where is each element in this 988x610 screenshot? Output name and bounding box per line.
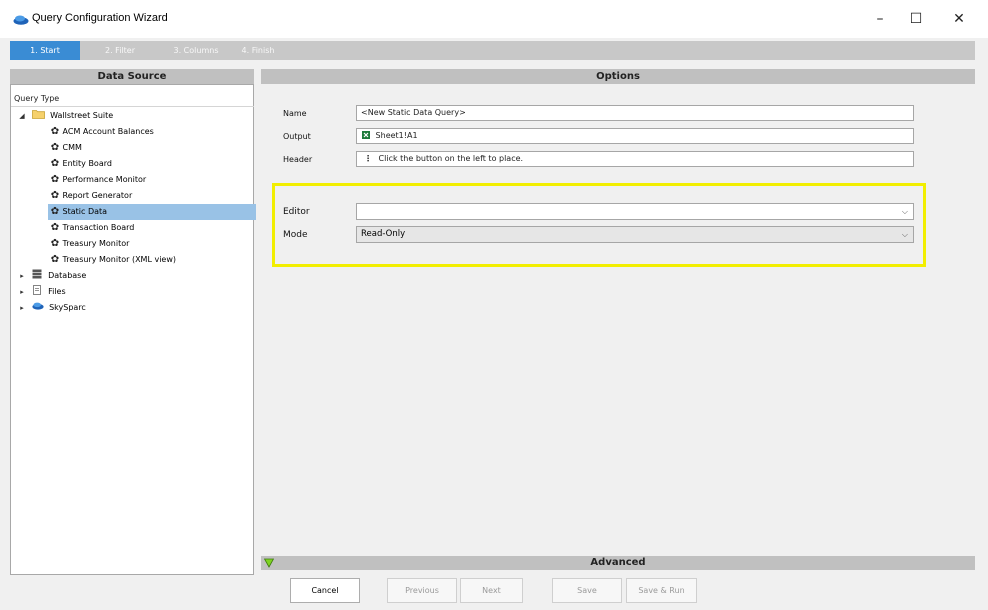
gear-icon: ✿	[50, 206, 60, 217]
gear-icon: ✿	[50, 238, 60, 249]
mode-value: Read-Only	[361, 229, 406, 239]
output-field[interactable]: Sheet1!A1	[356, 128, 914, 144]
gear-icon: ✿	[50, 222, 60, 233]
divider	[11, 106, 254, 107]
header-field[interactable]: ⋮ Click the button on the left to place.	[356, 151, 914, 167]
tree-item-transaction-board[interactable]: ✿ Transaction Board	[50, 220, 254, 236]
tree-item-label: Report Generator	[62, 191, 133, 200]
step-start[interactable]: 1. Start	[10, 41, 80, 60]
cancel-button[interactable]: Cancel	[290, 578, 360, 603]
tree-item-label: Transaction Board	[62, 223, 135, 232]
tree-item-label: ACM Account Balances	[62, 127, 154, 136]
expand-arrow-icon[interactable]: ▸	[18, 300, 26, 316]
output-value: Sheet1!A1	[375, 131, 418, 140]
excel-icon	[362, 131, 370, 139]
tree-item-treasury-monitor[interactable]: ✿ Treasury Monitor	[50, 236, 254, 252]
save-button[interactable]: Save	[552, 578, 622, 603]
tree-item-acm-account-balances[interactable]: ✿ ACM Account Balances	[50, 124, 254, 140]
query-type-label: Query Type	[14, 94, 60, 103]
maximize-button[interactable]: ☐	[899, 6, 933, 32]
tree-item-database[interactable]: ▸ Database	[14, 268, 254, 284]
chevron-down-icon: ⌵	[901, 230, 908, 239]
tree-item-label: SkySparc	[49, 303, 86, 312]
skysparc-logo-icon	[31, 302, 44, 310]
tree-item-label: Files	[48, 287, 66, 296]
skysparc-logo-icon	[13, 15, 29, 25]
tree-item-wallstreet-suite[interactable]: ◢ Wallstreet Suite	[14, 108, 254, 124]
tree-item-entity-board[interactable]: ✿ Entity Board	[50, 156, 254, 172]
name-field[interactable]: <New Static Data Query>	[356, 105, 914, 121]
tree-item-performance-monitor[interactable]: ✿ Performance Monitor	[50, 172, 254, 188]
tree-item-label: Wallstreet Suite	[50, 111, 114, 120]
tree-item-label: Treasury Monitor (XML view)	[62, 255, 176, 264]
tree-item-label: Entity Board	[62, 159, 112, 168]
minimize-button[interactable]: –	[863, 6, 897, 32]
name-label: Name	[283, 109, 307, 118]
options-header: Options	[261, 69, 975, 84]
tree-item-label: Static Data	[62, 207, 108, 216]
tree-item-treasury-monitor-xml[interactable]: ✿ Treasury Monitor (XML view)	[50, 252, 254, 268]
advanced-section-bar[interactable]: Advanced	[261, 556, 975, 570]
tree-item-label: Treasury Monitor	[62, 239, 130, 248]
chevron-down-icon: ⌵	[901, 207, 908, 216]
tree-item-static-data[interactable]: ✿ Static Data	[48, 204, 256, 220]
gear-icon: ✿	[50, 142, 60, 153]
gear-icon: ✿	[50, 254, 60, 265]
previous-button[interactable]: Previous	[387, 578, 457, 603]
tree-item-skysparc[interactable]: ▸ SkySparc	[14, 300, 254, 316]
gear-icon: ✿	[50, 126, 60, 137]
editor-dropdown[interactable]: ⌵	[356, 203, 914, 220]
placement-button-icon[interactable]: ⋮	[364, 154, 372, 163]
next-button[interactable]: Next	[460, 578, 523, 603]
database-icon	[32, 269, 42, 279]
expand-arrow-icon[interactable]: ▸	[18, 284, 26, 300]
data-source-header: Data Source	[10, 69, 254, 84]
tree-item-report-generator[interactable]: ✿ Report Generator	[50, 188, 254, 204]
output-label: Output	[283, 132, 311, 141]
wizard-steps-bar: 1. Start 2. Filter 3. Columns 4. Finish	[10, 41, 975, 60]
tree-item-cmm[interactable]: ✿ CMM	[50, 140, 254, 156]
header-value: Click the button on the left to place.	[378, 154, 524, 163]
tree-item-label: Database	[48, 271, 87, 280]
save-and-run-button[interactable]: Save & Run	[626, 578, 697, 603]
file-icon	[32, 285, 41, 295]
query-tree: ◢ Wallstreet Suite ✿ ACM Account Balance…	[14, 108, 256, 316]
step-finish[interactable]: 4. Finish	[233, 41, 283, 60]
gear-icon: ✿	[50, 190, 60, 201]
close-button[interactable]: ✕	[942, 6, 976, 32]
tree-item-files[interactable]: ▸ Files	[14, 284, 254, 300]
gear-icon: ✿	[50, 158, 60, 169]
header-label: Header	[283, 155, 313, 164]
editor-label: Editor	[283, 207, 310, 217]
advanced-label: Advanced	[590, 557, 646, 568]
mode-dropdown[interactable]: Read-Only ⌵	[356, 226, 914, 243]
tree-item-label: Performance Monitor	[62, 175, 147, 184]
step-columns[interactable]: 3. Columns	[160, 41, 232, 60]
step-filter[interactable]: 2. Filter	[86, 41, 154, 60]
window-title: Query Configuration Wizard	[32, 12, 168, 24]
tree-item-label: CMM	[62, 143, 82, 152]
highlight-box	[272, 183, 926, 267]
folder-icon	[31, 110, 45, 119]
collapse-arrow-icon[interactable]: ◢	[18, 108, 26, 124]
expand-arrow-icon[interactable]: ▸	[18, 268, 26, 284]
gear-icon: ✿	[50, 174, 60, 185]
mode-label: Mode	[283, 230, 308, 240]
